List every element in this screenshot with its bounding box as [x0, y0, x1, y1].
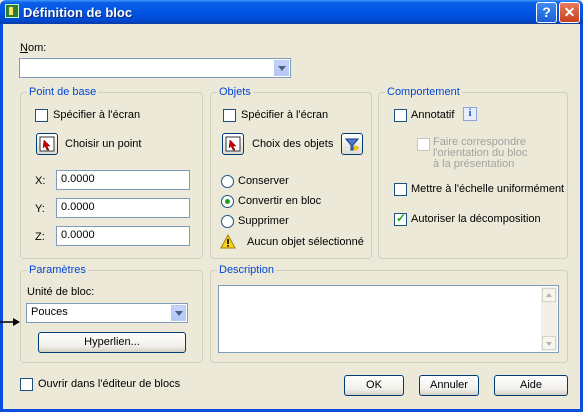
objects-title: Objets: [217, 86, 253, 98]
retain-label: Conserver: [238, 175, 289, 187]
scale-uniformly-checkbox[interactable]: [394, 183, 407, 196]
scale-uniformly-label: Mettre à l'échelle uniformément: [411, 183, 565, 195]
block-definition-dialog: Définition de bloc ? ✕ Nom: Point de bas…: [0, 0, 583, 412]
y-label: Y:: [35, 203, 45, 215]
pick-point-icon: [39, 136, 55, 152]
chevron-down-icon[interactable]: [171, 305, 186, 321]
z-field[interactable]: 0.0000: [56, 226, 190, 246]
block-unit-value: Pouces: [31, 306, 68, 318]
select-objects-icon: [225, 136, 241, 152]
pointer-arrow-icon: [0, 318, 20, 326]
convert-radio[interactable]: [221, 195, 234, 208]
title-bar[interactable]: Définition de bloc ? ✕: [0, 0, 583, 24]
ok-button[interactable]: OK: [344, 375, 404, 396]
select-objects-label: Choix des objets: [252, 138, 334, 150]
name-combobox[interactable]: [19, 58, 291, 78]
open-block-editor-checkbox[interactable]: [20, 378, 33, 391]
convert-label: Convertir en bloc: [238, 195, 322, 207]
quick-select-icon: [344, 138, 360, 151]
window-border-left: [0, 24, 3, 412]
behavior-title: Comportement: [385, 86, 462, 98]
hyperlink-button[interactable]: Hyperlien...: [38, 332, 186, 353]
objects-specify-label: Spécifier à l'écran: [241, 109, 329, 121]
warning-icon: [220, 234, 236, 249]
cancel-button[interactable]: Annuler: [419, 375, 479, 396]
scroll-down-icon[interactable]: [542, 336, 556, 350]
description-textarea[interactable]: [218, 285, 559, 353]
block-unit-select[interactable]: Pouces: [26, 303, 188, 323]
no-selection-text: Aucun objet sélectionné: [247, 236, 364, 248]
help-title-button[interactable]: ?: [536, 2, 557, 23]
allow-explode-checkbox[interactable]: [394, 211, 407, 226]
description-scrollbar[interactable]: [541, 287, 557, 351]
retain-radio[interactable]: [221, 175, 234, 188]
pick-point-button[interactable]: [36, 133, 58, 155]
match-orientation-label: Faire correspondre l'orientation du bloc…: [433, 137, 527, 170]
objects-specify-checkbox[interactable]: [223, 109, 236, 122]
description-title: Description: [217, 264, 277, 276]
pick-point-label: Choisir un point: [65, 138, 142, 150]
annotative-checkbox[interactable]: [394, 109, 407, 122]
annotative-label: Annotatif: [411, 109, 455, 121]
base-specify-checkbox[interactable]: [35, 109, 48, 122]
match-orientation-line3: à la présentation: [433, 158, 515, 170]
open-block-editor-label: Ouvrir dans l'éditeur de blocs: [38, 378, 181, 390]
z-label: Z:: [35, 231, 45, 243]
delete-radio[interactable]: [221, 215, 234, 228]
app-icon: [5, 4, 19, 18]
quick-select-button[interactable]: [341, 133, 363, 155]
window-title: Définition de bloc: [23, 5, 133, 20]
base-point-title: Point de base: [27, 86, 99, 98]
block-unit-label: Unité de bloc:: [27, 286, 95, 298]
chevron-down-icon[interactable]: [274, 60, 289, 76]
allow-explode-label: Autoriser la décomposition: [411, 213, 541, 225]
x-field[interactable]: 0.0000: [56, 170, 190, 190]
y-field[interactable]: 0.0000: [56, 198, 190, 218]
match-orientation-checkbox: [417, 138, 430, 151]
x-label: X:: [35, 175, 46, 187]
base-specify-label: Spécifier à l'écran: [53, 109, 141, 121]
info-icon[interactable]: i: [463, 107, 477, 121]
scroll-up-icon[interactable]: [542, 288, 556, 302]
select-objects-button[interactable]: [222, 133, 244, 155]
name-label: Nom:: [20, 42, 47, 54]
delete-label: Supprimer: [238, 215, 289, 227]
settings-title: Paramètres: [27, 264, 88, 276]
help-button[interactable]: Aide: [494, 375, 568, 396]
close-button[interactable]: ✕: [559, 2, 580, 23]
